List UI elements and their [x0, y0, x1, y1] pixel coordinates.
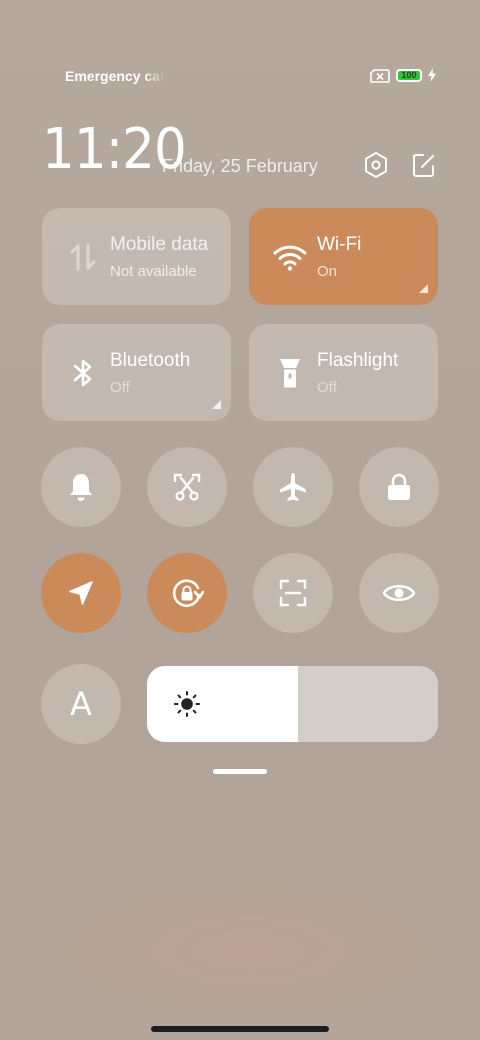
toggle-screenshot[interactable] [147, 447, 227, 527]
tile-mobile-data[interactable]: Mobile data Not available [42, 208, 231, 305]
tile-label: Mobile data [110, 234, 209, 255]
brightness-slider[interactable] [147, 666, 438, 742]
status-bar: Emergency calls 100 [0, 62, 480, 90]
carrier-label: Emergency calls [65, 68, 165, 84]
scanner-icon [279, 579, 307, 607]
airplane-icon [280, 473, 306, 501]
tile-status: Off [317, 379, 337, 396]
screenshot-icon [173, 473, 201, 501]
auto-brightness-button[interactable]: A [41, 664, 121, 744]
auto-brightness-label: A [70, 685, 92, 723]
toggle-location[interactable] [41, 553, 121, 633]
tile-status: Off [110, 379, 130, 396]
tile-label: Flashlight [317, 350, 399, 371]
sun-icon [174, 691, 200, 717]
panel-drag-handle[interactable] [213, 769, 267, 774]
flashlight-icon [273, 356, 307, 390]
tile-status: Not available [110, 263, 197, 280]
tile-label: Wi-Fi [317, 234, 362, 255]
brightness-fill [147, 666, 299, 742]
battery-percent: 100 [401, 70, 417, 80]
rotation-lock-icon [172, 579, 205, 607]
toggle-lock-screen[interactable] [359, 447, 439, 527]
wifi-icon [273, 240, 307, 274]
tile-wifi[interactable]: Wi-Fi On [249, 208, 438, 305]
edit-icon[interactable] [411, 151, 437, 179]
tile-flashlight[interactable]: Flashlight Off [249, 324, 438, 421]
location-icon [69, 581, 93, 605]
bell-icon [70, 474, 92, 501]
toggle-reading-mode[interactable] [359, 553, 439, 633]
tile-label: Bluetooth [110, 350, 191, 371]
date-label: Friday, 25 February [162, 156, 318, 176]
no-sim-icon [370, 69, 390, 83]
bluetooth-icon [66, 356, 100, 390]
mobile-data-icon [66, 240, 100, 274]
expand-corner-icon [212, 400, 221, 409]
toggle-sound[interactable] [41, 447, 121, 527]
tile-bluetooth[interactable]: Bluetooth Off [42, 324, 231, 421]
home-indicator[interactable] [151, 1026, 329, 1032]
battery-indicator: 100 [396, 69, 422, 82]
tile-status: On [317, 263, 338, 280]
lock-icon [388, 473, 410, 500]
hexagon-settings-icon[interactable] [363, 151, 389, 179]
background-glow [60, 880, 440, 1020]
toggle-rotation-lock[interactable] [147, 553, 227, 633]
eye-icon [382, 584, 416, 602]
expand-corner-icon [419, 284, 428, 293]
toggle-scanner[interactable] [253, 553, 333, 633]
charging-icon [428, 68, 436, 82]
toggle-airplane[interactable] [253, 447, 333, 527]
